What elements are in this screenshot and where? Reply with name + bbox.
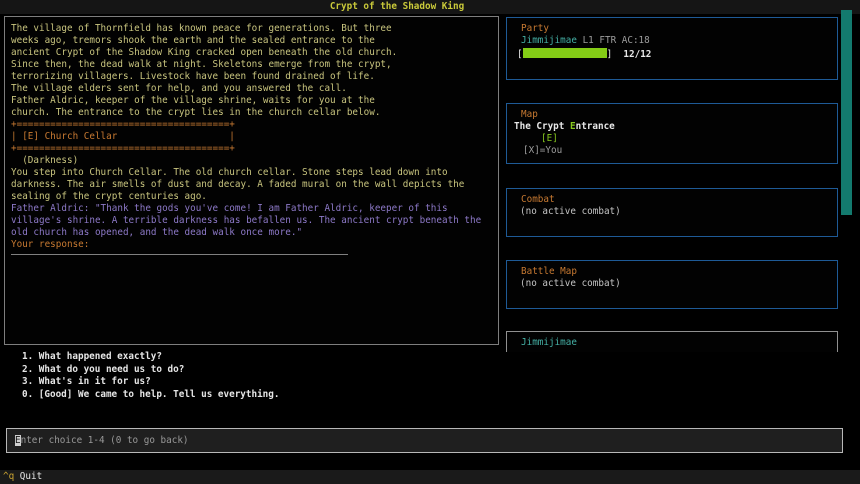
map-panel-title: Map [507, 104, 837, 121]
story-line: darkness. The air smells of dust and dec… [11, 179, 496, 191]
story-line: ancient Crypt of the Shadow King cracked… [11, 47, 496, 59]
combat-panel: Combat (no active combat) [506, 188, 838, 237]
story-line: +======================================+ [11, 119, 496, 131]
story-text: The village of Thornfield has known peac… [11, 23, 496, 251]
party-member-name: Jimmijimae [521, 35, 577, 46]
story-line: terrorizing villagers. Livestock have be… [11, 71, 496, 83]
story-line: (Darkness) [11, 155, 496, 167]
battle-map-panel-title: Battle Map [507, 261, 837, 278]
choice-item[interactable]: 2. What do you need us to do? [22, 364, 279, 377]
choice-item[interactable]: 1. What happened exactly? [22, 351, 279, 364]
story-line: Father Aldric, keeper of the village shr… [11, 95, 496, 107]
party-panel-title: Party [507, 18, 837, 35]
story-line: The village elders sent for help, and yo… [11, 83, 496, 95]
party-member-stats: L1 FTR AC:18 [577, 35, 650, 46]
story-line: You step into Church Cellar. The old chu… [11, 167, 496, 179]
map-location: The Crypt Entrance [507, 121, 837, 133]
sidebar-scrollbar[interactable] [841, 10, 852, 215]
map-panel: Map The Crypt Entrance [E] [X]=You [506, 103, 838, 164]
story-line: Since then, the dead walk at night. Skel… [11, 59, 496, 71]
story-line: | [E] Church Cellar | [11, 131, 496, 143]
story-line: Father Aldric: "Thank the gods you've co… [11, 203, 496, 215]
combat-status: (no active combat) [507, 206, 837, 218]
response-separator [11, 254, 348, 255]
story-panel: The village of Thornfield has known peac… [4, 16, 499, 345]
map-legend: [X]=You [507, 145, 837, 157]
story-line: The village of Thornfield has known peac… [11, 23, 496, 35]
story-line: +======================================+ [11, 143, 496, 155]
map-entrance-marker: [E] [507, 133, 837, 145]
hp-bar-fill [523, 48, 607, 58]
battle-map-status: (no active combat) [507, 278, 837, 290]
input-prompt-text: nter choice 1-4 (0 to go back) [21, 435, 189, 446]
story-line: weeks ago, tremors shook the earth and t… [11, 35, 496, 47]
status-bar: ^q Quit [0, 470, 860, 484]
story-line: church. The entrance to the crypt lies i… [11, 107, 496, 119]
story-line: sealing of the crypt centuries ago. [11, 191, 496, 203]
choice-input[interactable]: Enter choice 1-4 (0 to go back) [6, 428, 843, 453]
choices-list: 1. What happened exactly?2. What do you … [22, 351, 279, 401]
combat-panel-title: Combat [507, 189, 837, 206]
quit-label: Quit [14, 471, 42, 482]
quit-shortcut-key[interactable]: ^q [3, 471, 14, 482]
story-line: old church has opened, and the dead walk… [11, 227, 496, 239]
battle-map-panel: Battle Map (no active combat) [506, 260, 838, 309]
character-panel: Jimmijimae [506, 331, 838, 352]
story-line: Your response: [11, 239, 496, 251]
party-member-row: Jimmijimae L1 FTR AC:18 [507, 35, 837, 47]
character-panel-title: Jimmijimae [507, 332, 837, 349]
title-bar: Crypt of the Shadow King [0, 0, 860, 14]
story-line: village's shrine. A terrible darkness ha… [11, 215, 496, 227]
app-title: Crypt of the Shadow King [330, 1, 464, 13]
hp-bar: [] 12/12 [507, 48, 837, 60]
party-panel: Party Jimmijimae L1 FTR AC:18 [] 12/12 [506, 17, 838, 80]
choice-item[interactable]: 3. What's in it for us? [22, 376, 279, 389]
choice-item[interactable]: 0. [Good] We came to help. Tell us every… [22, 389, 279, 402]
hp-value: 12/12 [612, 49, 651, 60]
